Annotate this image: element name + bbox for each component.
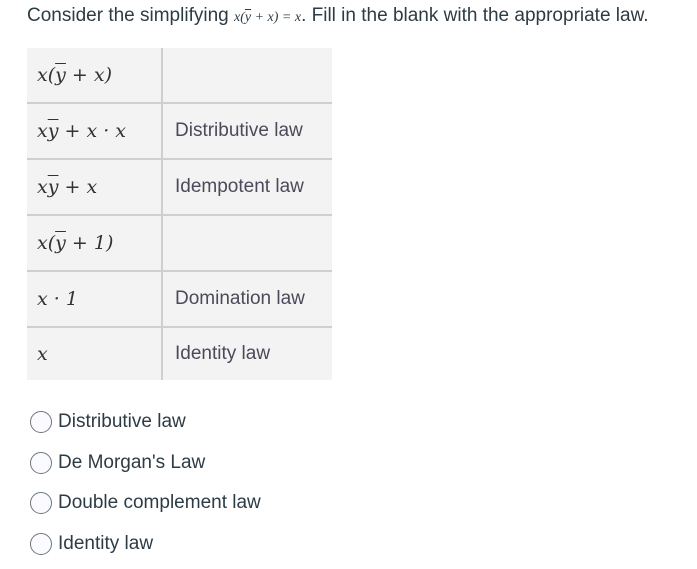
expr-part: y — [47, 176, 59, 198]
option-label[interactable]: Double complement law — [58, 492, 261, 514]
question-text: Consider the simplifying x(y + x) = x. F… — [27, 5, 649, 27]
expression-cell: xy + x · x — [27, 103, 163, 160]
expression-cell: x · 1 — [27, 271, 163, 328]
expr-part: x — [37, 176, 48, 198]
option-label[interactable]: De Morgan's Law — [58, 452, 205, 474]
question-math: x(y + x) = x — [234, 10, 301, 25]
radio-button[interactable] — [30, 411, 52, 434]
table-row: x Identity law — [27, 327, 332, 380]
expression-cell: x — [27, 327, 163, 380]
question-prefix: Consider the simplifying — [27, 5, 234, 26]
expression-cell: x(y + x) — [27, 48, 163, 104]
expr-part: x( — [37, 64, 56, 86]
expr-part: x — [37, 343, 48, 365]
simplification-table: x(y + x) xy + x · x Distributive law xy … — [27, 48, 332, 380]
expr-part: x — [37, 120, 48, 142]
expr-part: y — [47, 120, 59, 142]
expr-part: y — [55, 64, 66, 86]
option-label[interactable]: Identity law — [58, 533, 153, 555]
law-cell: Distributive law — [162, 103, 332, 160]
table-row: x(y + 1) — [27, 215, 332, 272]
expr-part: + x) — [65, 64, 113, 86]
expression-cell: xy + x — [27, 159, 163, 216]
expression-cell: x(y + 1) — [27, 215, 163, 272]
expr-part: x · 1 — [37, 288, 78, 310]
answer-option-distributive[interactable]: Distributive law — [30, 402, 261, 443]
table-row: xy + x · x Distributive law — [27, 103, 332, 160]
law-cell: Domination law — [162, 271, 332, 328]
expr-part: + 1) — [65, 232, 114, 254]
table-row: xy + x Idempotent law — [27, 159, 332, 216]
answer-options: Distributive law De Morgan's Law Double … — [30, 402, 261, 564]
expr-part: x( — [37, 232, 56, 254]
answer-option-de-morgan[interactable]: De Morgan's Law — [30, 443, 261, 484]
expr-part: + x · x — [58, 120, 127, 142]
option-label[interactable]: Distributive law — [58, 411, 186, 433]
table-row: x(y + x) — [27, 48, 332, 104]
law-cell — [162, 48, 332, 104]
law-cell: Idempotent law — [162, 159, 332, 216]
answer-option-identity[interactable]: Identity law — [30, 524, 261, 565]
radio-button[interactable] — [30, 451, 52, 474]
law-cell: Identity law — [175, 343, 271, 364]
table-row: x · 1 Domination law — [27, 271, 332, 328]
question-suffix: . Fill in the blank with the appropriate… — [301, 5, 649, 26]
math-part: x( — [233, 10, 245, 25]
law-cell — [162, 215, 332, 272]
expr-part: y — [55, 232, 66, 254]
answer-option-double-complement[interactable]: Double complement law — [30, 483, 261, 524]
radio-button[interactable] — [30, 492, 52, 515]
radio-button[interactable] — [30, 532, 52, 555]
math-part: + x) = x — [251, 10, 302, 25]
expr-part: + x — [58, 176, 98, 198]
